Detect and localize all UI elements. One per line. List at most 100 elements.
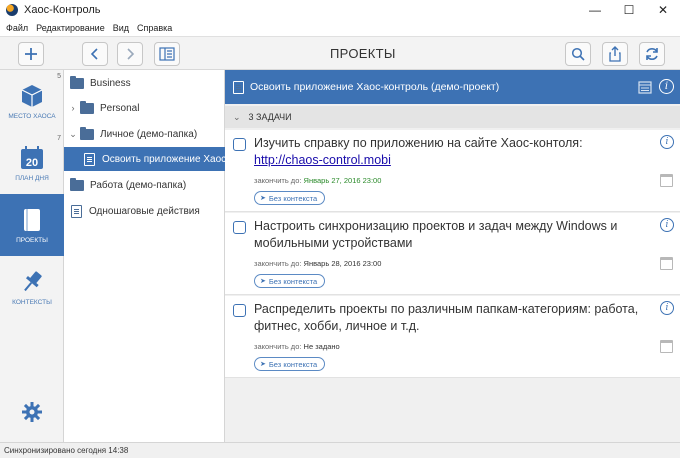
due-label: закончить до: xyxy=(254,259,302,268)
calendar-icon[interactable] xyxy=(660,257,673,270)
info-icon[interactable]: i xyxy=(659,79,674,94)
sync-button[interactable] xyxy=(639,42,665,66)
pin-icon: ➤ xyxy=(260,278,266,285)
back-button[interactable] xyxy=(82,42,108,66)
task-text: Распределить проекты по различным папкам… xyxy=(254,302,639,333)
chevron-right-icon[interactable]: › xyxy=(68,103,78,113)
due-value: Не задано xyxy=(303,342,340,351)
left-nav: 5 МЕСТО ХАОСА 7 20 ПЛАН ДНЯ ПРОЕКТЫ КОНТ… xyxy=(0,70,64,442)
folder-label: Личное (демо-папка) xyxy=(100,128,198,140)
folder-label: Business xyxy=(90,77,131,89)
task-group-header[interactable]: ⌄ 3 ЗАДАЧИ xyxy=(225,106,680,128)
project-single-step[interactable]: Одношаговые действия xyxy=(64,199,225,223)
share-button[interactable] xyxy=(602,42,628,66)
panel-list-icon xyxy=(159,47,175,61)
gear-icon xyxy=(22,402,42,422)
task-checkbox[interactable] xyxy=(233,304,246,317)
task-text: Изучить справку по приложению на сайте Х… xyxy=(254,135,654,169)
project-header: Освоить приложение Хаос-контроль (демо-п… xyxy=(225,70,680,104)
context-chip[interactable]: ➤ Без контекста xyxy=(254,357,326,371)
share-icon xyxy=(609,46,621,62)
forward-button[interactable] xyxy=(117,42,143,66)
minimize-icon[interactable]: — xyxy=(578,0,612,20)
status-bar: Синхронизировано сегодня 14:38 xyxy=(0,442,680,458)
add-button[interactable] xyxy=(18,42,44,66)
folder-business[interactable]: Business xyxy=(64,71,225,95)
search-button[interactable] xyxy=(565,42,591,66)
chevron-down-icon[interactable]: ⌄ xyxy=(233,112,241,123)
nav-item-chaos[interactable]: 5 МЕСТО ХАОСА xyxy=(0,70,64,132)
notebook-icon xyxy=(24,208,40,231)
folder-icon xyxy=(70,75,84,89)
task-checkbox[interactable] xyxy=(233,138,246,151)
toggle-panel-button[interactable] xyxy=(154,42,180,66)
context-chip[interactable]: ➤ Без контекста xyxy=(254,191,326,205)
task-item[interactable]: Изучить справку по приложению на сайте Х… xyxy=(225,130,680,212)
folder-icon xyxy=(80,126,94,140)
due-value: Январь 27, 2016 23:00 xyxy=(303,176,382,185)
task-text-main: Изучить справку по приложению на сайте Х… xyxy=(254,136,583,150)
info-icon[interactable]: i xyxy=(660,135,674,149)
pin-icon xyxy=(24,270,42,291)
chevron-down-icon[interactable]: ⌄ xyxy=(68,129,78,140)
nav-badge: 5 xyxy=(57,73,61,80)
nav-item-projects[interactable]: ПРОЕКТЫ xyxy=(0,194,64,256)
project-icon xyxy=(233,80,244,94)
task-item[interactable]: Настроить синхронизацию проектов и задач… xyxy=(225,213,680,295)
nav-item-contexts[interactable]: КОНТЕКСТЫ xyxy=(0,256,64,318)
due-label: закончить до: xyxy=(254,176,302,185)
title-bar: Хаос-Контроль — ☐ ✕ xyxy=(0,0,680,20)
nav-label: МЕСТО ХАОСА xyxy=(8,112,56,120)
context-chip[interactable]: ➤ Без контекста xyxy=(254,274,326,288)
task-panel: Освоить приложение Хаос-контроль (демо-п… xyxy=(225,70,680,442)
task-due: закончить до: Январь 27, 2016 23:00 xyxy=(254,176,381,185)
project-label: Одношаговые действия xyxy=(89,205,200,217)
menu-help[interactable]: Справка xyxy=(137,23,172,33)
folder-work-demo[interactable]: Работа (демо-папка) xyxy=(64,173,225,197)
folder-personal[interactable]: › Personal xyxy=(64,96,225,120)
nav-item-day-plan[interactable]: 7 20 ПЛАН ДНЯ xyxy=(0,132,64,194)
task-text: Настроить синхронизацию проектов и задач… xyxy=(254,219,618,250)
menu-edit[interactable]: Редактирование xyxy=(36,23,105,33)
nav-label: КОНТЕКСТЫ xyxy=(12,298,52,306)
task-due: закончить до: Январь 28, 2016 23:00 xyxy=(254,259,381,268)
page-title: ПРОЕКТЫ xyxy=(330,46,396,61)
search-icon xyxy=(571,47,585,61)
project-icon xyxy=(71,204,82,218)
context-label: Без контекста xyxy=(268,276,318,286)
task-checkbox[interactable] xyxy=(233,221,246,234)
folder-personal-demo[interactable]: ⌄ Личное (демо-папка) xyxy=(64,122,225,146)
calendar-icon: 20 xyxy=(21,145,43,169)
pin-icon: ➤ xyxy=(260,361,266,368)
project-label: Освоить приложение Хаос-контроль (демо-п… xyxy=(102,153,225,165)
menu-bar: Файл Редактирование Вид Справка xyxy=(0,20,680,36)
info-icon[interactable]: i xyxy=(660,301,674,315)
task-item[interactable]: Распределить проекты по различным папкам… xyxy=(225,296,680,378)
calendar-icon[interactable] xyxy=(660,340,673,353)
chevron-left-icon xyxy=(90,48,98,60)
menu-view[interactable]: Вид xyxy=(113,23,129,33)
refresh-icon xyxy=(646,48,658,60)
window-controls: — ☐ ✕ xyxy=(578,0,680,20)
context-label: Без контекста xyxy=(268,359,318,369)
project-title: Освоить приложение Хаос-контроль (демо-п… xyxy=(250,81,500,93)
cube-icon xyxy=(21,84,43,107)
project-chaos-demo[interactable]: Освоить приложение Хаос-контроль (демо-п… xyxy=(64,147,225,171)
nav-badge: 7 xyxy=(57,135,61,142)
task-link[interactable]: http://chaos-control.mobi xyxy=(254,153,391,167)
chevron-right-icon xyxy=(127,48,135,60)
window-title: Хаос-Контроль xyxy=(24,4,101,16)
app-logo-icon xyxy=(6,4,18,16)
maximize-icon[interactable]: ☐ xyxy=(612,0,646,20)
calendar-icon[interactable] xyxy=(638,80,652,94)
context-label: Без контекста xyxy=(268,193,318,203)
due-value: Январь 28, 2016 23:00 xyxy=(303,259,382,268)
menu-file[interactable]: Файл xyxy=(6,23,28,33)
settings-button[interactable] xyxy=(21,401,43,428)
pin-icon: ➤ xyxy=(260,195,266,202)
task-count: 3 ЗАДАЧИ xyxy=(248,112,292,122)
calendar-icon[interactable] xyxy=(660,174,673,187)
info-icon[interactable]: i xyxy=(660,218,674,232)
folder-label: Personal xyxy=(100,102,140,114)
close-icon[interactable]: ✕ xyxy=(646,0,680,20)
